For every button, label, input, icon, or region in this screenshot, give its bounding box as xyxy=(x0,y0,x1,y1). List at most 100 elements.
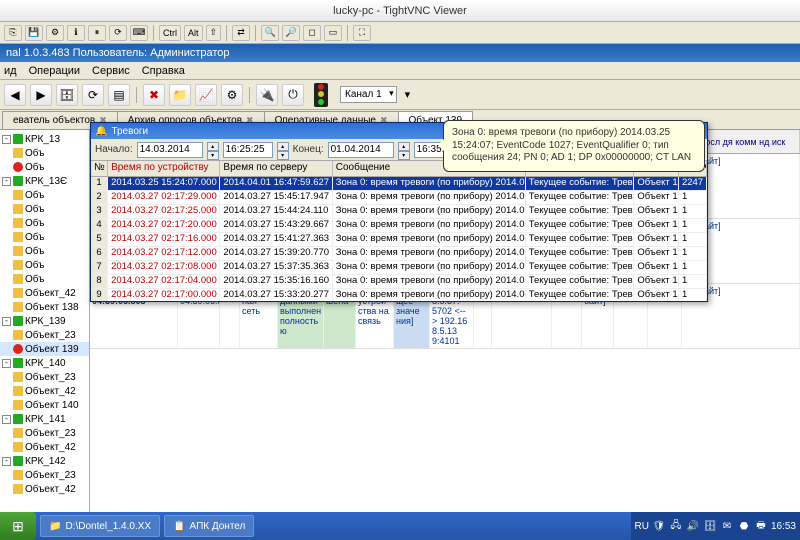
tray-printer-icon[interactable]: 🖶 xyxy=(754,519,768,533)
end-date-spinner[interactable]: ▴▾ xyxy=(398,142,410,158)
tree-item[interactable]: Объект 140 xyxy=(0,398,89,412)
vnc-zoom-in-icon[interactable]: 🔍 xyxy=(261,25,279,41)
tool-db-icon[interactable]: 🗄 xyxy=(56,84,78,106)
tool-folder-icon[interactable]: 📁 xyxy=(169,84,191,106)
tool-nav-left-icon[interactable]: ◀ xyxy=(4,84,26,106)
start-time-spinner[interactable]: ▴▾ xyxy=(277,142,289,158)
tray-clock[interactable]: 16:53 xyxy=(771,521,796,532)
vnc-new-conn-icon[interactable]: ⎘ xyxy=(4,25,22,41)
tray-app-icon[interactable]: ⬣ xyxy=(737,519,751,533)
expand-icon[interactable]: - xyxy=(2,177,11,186)
alarm-row[interactable]: 32014.03.27 02:17:25.0002014.03.27 15:44… xyxy=(91,205,707,219)
vnc-zoom-auto-icon[interactable]: ▭ xyxy=(324,25,342,41)
vnc-pause-icon[interactable]: ⏸ xyxy=(88,25,106,41)
alarm-icon: 🔔 xyxy=(95,126,107,137)
vnc-save-icon[interactable]: 💾 xyxy=(25,25,43,41)
start-time-input[interactable] xyxy=(223,142,273,158)
vnc-transfer-icon[interactable]: ⇄ xyxy=(232,25,250,41)
folder-icon xyxy=(13,204,23,214)
alarm-row[interactable]: 62014.03.27 02:17:12.0002014.03.27 15:39… xyxy=(91,247,707,261)
alarms-grid[interactable]: № Время по устройству Время по серверу С… xyxy=(91,161,707,301)
tray-vol-icon[interactable]: 🔊 xyxy=(686,519,700,533)
vnc-fullscreen-icon[interactable]: ⛶ xyxy=(353,25,371,41)
vnc-info-icon[interactable]: ℹ xyxy=(67,25,85,41)
tool-refresh-icon[interactable]: ⟳ xyxy=(82,84,104,106)
menu-view[interactable]: ид xyxy=(4,65,17,77)
tree-item[interactable]: Объект_23 xyxy=(0,370,89,384)
start-date-spinner[interactable]: ▴▾ xyxy=(207,142,219,158)
tree-item[interactable]: Объект 138 xyxy=(0,300,89,314)
lang-indicator[interactable]: RU xyxy=(635,521,649,532)
vnc-zoom-out-icon[interactable]: 🔎 xyxy=(282,25,300,41)
expand-icon[interactable]: - xyxy=(2,415,11,424)
tree-item[interactable]: Объ xyxy=(0,258,89,272)
tool-list-icon[interactable]: ▤ xyxy=(108,84,130,106)
expand-icon[interactable]: - xyxy=(2,317,11,326)
vnc-shift-key[interactable]: ⇧ xyxy=(206,25,222,41)
tree-item[interactable]: Объ xyxy=(0,230,89,244)
taskbar-item-app[interactable]: 📋 АПК Донтел xyxy=(164,515,254,537)
tool-connect-icon[interactable]: 🔌 xyxy=(256,84,278,106)
alarm-row[interactable]: 42014.03.27 02:17:20.0002014.03.27 15:43… xyxy=(91,219,707,233)
alarm-row[interactable]: 82014.03.27 02:17:04.0002014.03.27 15:35… xyxy=(91,275,707,289)
tree-item[interactable]: Объект_23 xyxy=(0,468,89,482)
vnc-alt-key[interactable]: Alt xyxy=(184,25,203,41)
alarm-row[interactable]: 92014.03.27 02:17:00.0002014.03.27 15:33… xyxy=(91,289,707,301)
tree-item[interactable]: -КРК_13Є xyxy=(0,174,89,188)
tree-item[interactable]: -КРК_13 xyxy=(0,132,89,146)
tree-item[interactable]: Объ xyxy=(0,272,89,286)
channel-select[interactable]: Канал 1 xyxy=(340,86,397,103)
system-tray[interactable]: RU 🛡 🖧 🔊 🗄 ✉ ⬣ 🖶 16:53 xyxy=(631,512,800,540)
tree-item[interactable]: Объект_42 xyxy=(0,482,89,496)
expand-icon[interactable]: - xyxy=(2,457,11,466)
tool-nav-right-icon[interactable]: ▶ xyxy=(30,84,52,106)
tool-delete-icon[interactable]: ✖ xyxy=(143,84,165,106)
folder-icon xyxy=(13,400,23,410)
menu-help[interactable]: Справка xyxy=(142,65,185,77)
tool-chart-icon[interactable]: 📈 xyxy=(195,84,217,106)
expand-icon[interactable]: - xyxy=(2,135,11,144)
end-date-input[interactable] xyxy=(328,142,394,158)
alarm-row[interactable]: 52014.03.27 02:17:16.0002014.03.27 15:41… xyxy=(91,233,707,247)
tree-item[interactable]: Объект_23 xyxy=(0,328,89,342)
tray-net-icon[interactable]: 🖧 xyxy=(669,519,683,533)
objects-tree[interactable]: -КРК_13ОбъОбъ-КРК_13ЄОбъОбъОбъОбъОбъОбъО… xyxy=(0,130,90,520)
tool-power-icon[interactable]: ⏻ xyxy=(282,84,304,106)
expand-icon[interactable]: - xyxy=(2,359,11,368)
tree-item[interactable]: Объ xyxy=(0,160,89,174)
tree-item[interactable]: -КРК_139 xyxy=(0,314,89,328)
tree-item[interactable]: Объ xyxy=(0,188,89,202)
tree-item[interactable]: Объ xyxy=(0,216,89,230)
tree-item[interactable]: Объ xyxy=(0,146,89,160)
tree-item[interactable]: Объект 139 xyxy=(0,342,89,356)
vnc-zoom-100-icon[interactable]: ◻ xyxy=(303,25,321,41)
taskbar-item-folder[interactable]: 📁 D:\Dontel_1.4.0.XX xyxy=(40,515,160,537)
menu-service[interactable]: Сервис xyxy=(92,65,130,77)
tree-item[interactable]: Объект_23 xyxy=(0,426,89,440)
alarm-row[interactable]: 12014.03.25 15:24:07.0002014.04.01 16:47… xyxy=(91,177,707,191)
tray-db-icon[interactable]: 🗄 xyxy=(703,519,717,533)
alarm-row[interactable]: 22014.03.27 02:17:29.0002014.03.27 15:45… xyxy=(91,191,707,205)
tree-item[interactable]: -КРК_142 xyxy=(0,454,89,468)
vnc-cad-icon[interactable]: ⌨ xyxy=(130,25,148,41)
tray-shield-icon[interactable]: 🛡 xyxy=(652,519,666,533)
green-icon xyxy=(13,316,23,326)
vnc-refresh-icon[interactable]: ⟳ xyxy=(109,25,127,41)
tray-msg-icon[interactable]: ✉ xyxy=(720,519,734,533)
alarm-row[interactable]: 72014.03.27 02:17:08.0002014.03.27 15:37… xyxy=(91,261,707,275)
tree-item[interactable]: Объект_42 xyxy=(0,440,89,454)
start-button[interactable]: ⊞ xyxy=(0,512,36,540)
tree-item[interactable]: Объект_42 xyxy=(0,286,89,300)
vnc-options-icon[interactable]: ⚙ xyxy=(46,25,64,41)
windows-taskbar[interactable]: ⊞ 📁 D:\Dontel_1.4.0.XX 📋 АПК Донтел RU 🛡… xyxy=(0,512,800,540)
start-label: Начало: xyxy=(95,144,133,155)
tree-item[interactable]: Объ xyxy=(0,244,89,258)
tree-item[interactable]: -КРК_140 xyxy=(0,356,89,370)
tree-item[interactable]: Объ xyxy=(0,202,89,216)
tree-item[interactable]: -КРК_141 xyxy=(0,412,89,426)
vnc-ctrl-key[interactable]: Ctrl xyxy=(159,25,181,41)
tree-item[interactable]: Объект_42 xyxy=(0,384,89,398)
tool-config-icon[interactable]: ⚙ xyxy=(221,84,243,106)
menu-operations[interactable]: Операции xyxy=(29,65,80,77)
start-date-input[interactable] xyxy=(137,142,203,158)
